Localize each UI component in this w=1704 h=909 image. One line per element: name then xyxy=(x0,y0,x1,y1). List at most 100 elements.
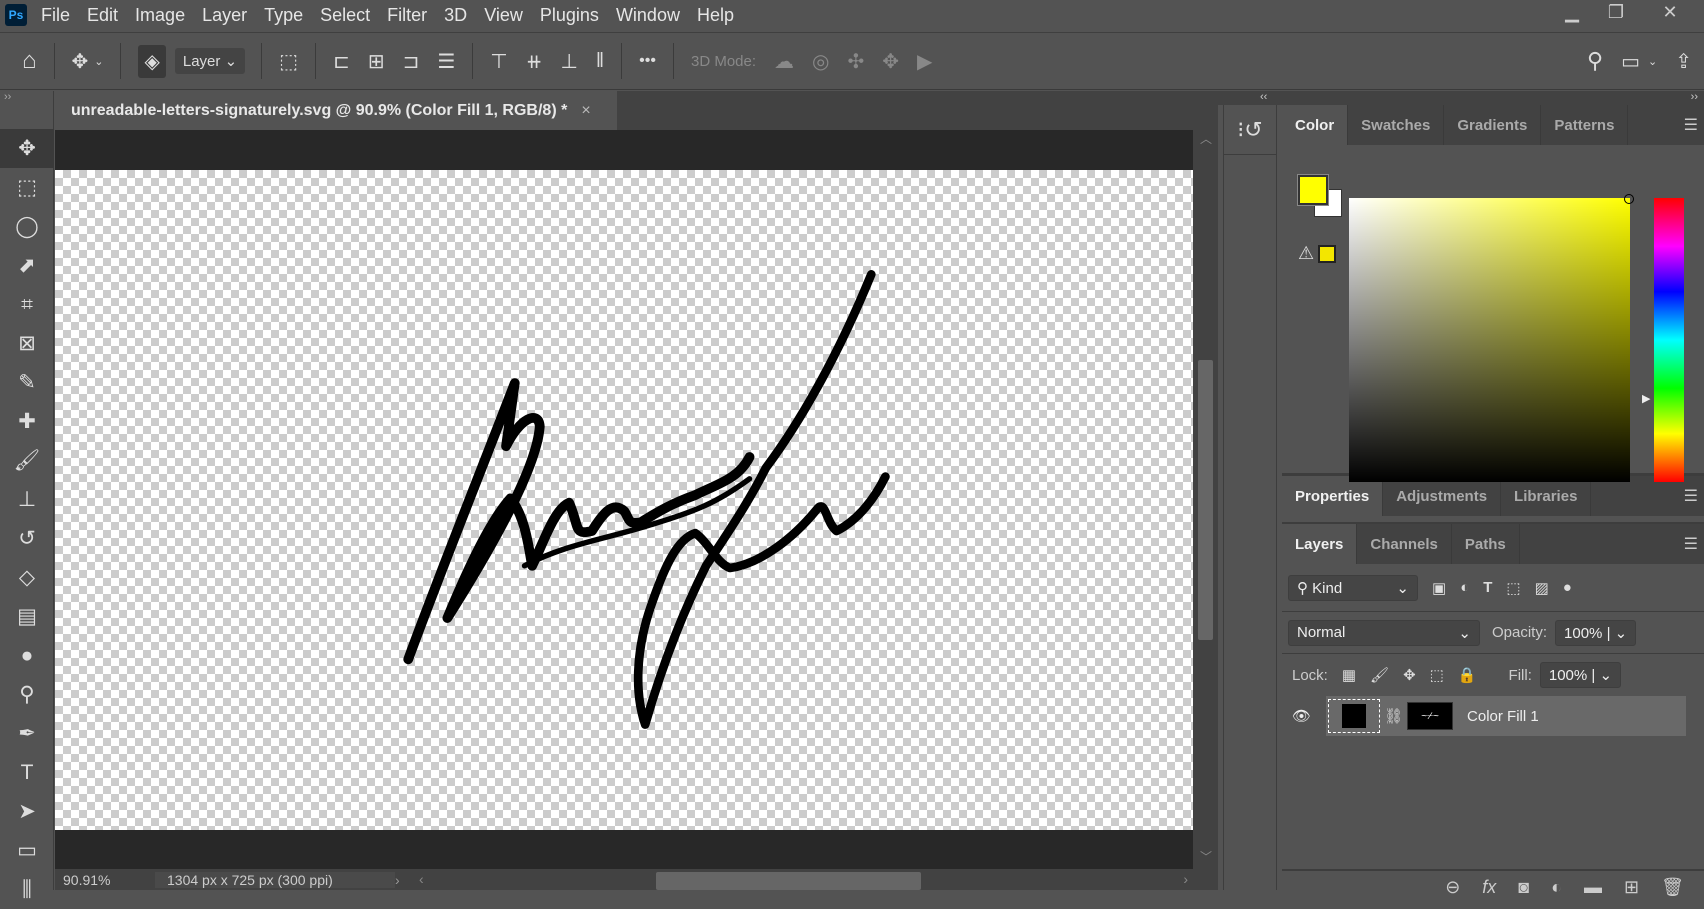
stamp-tool-icon[interactable]: ⊥ xyxy=(0,480,54,519)
pen-tool-icon[interactable]: ✒ xyxy=(0,714,54,753)
document-tab[interactable]: unreadable-letters-signaturely.svg @ 90.… xyxy=(55,91,617,130)
gamut-warning-icon[interactable]: ⚠ xyxy=(1298,243,1314,264)
layer-row[interactable]: 👁 ⛓ ~⌿~ Color Fill 1 xyxy=(1282,696,1686,736)
filter-smart-object-icon[interactable]: ▨ xyxy=(1535,579,1549,597)
dodge-tool-icon[interactable]: ⚲ xyxy=(0,675,54,714)
blur-tool-icon[interactable]: ● xyxy=(0,636,54,675)
vertical-scrollbar[interactable]: ︿ ﹀ xyxy=(1193,130,1218,869)
distribute-icon[interactable]: ☰ xyxy=(437,49,455,74)
filter-pixel-icon[interactable]: ▣ xyxy=(1432,579,1446,597)
visibility-eye-icon[interactable]: 👁 xyxy=(1292,707,1326,725)
brush-tool-icon[interactable]: 🖌 xyxy=(0,441,54,480)
tab-layers[interactable]: Layers xyxy=(1282,524,1358,564)
filter-adjustment-icon[interactable]: ◐ xyxy=(1460,579,1469,596)
history-panel-icon[interactable]: ⁝↺ xyxy=(1224,105,1276,155)
layer-name[interactable]: Color Fill 1 xyxy=(1467,708,1539,725)
filter-toggle-icon[interactable]: ● xyxy=(1563,579,1572,596)
align-top-icon[interactable]: ⊤ xyxy=(490,49,507,74)
panel-menu-icon[interactable]: ☰ xyxy=(1684,476,1704,516)
zoom-level[interactable]: 90.91% xyxy=(55,872,155,888)
link-icon[interactable]: ⛓ xyxy=(1384,707,1403,725)
frame-tool-icon[interactable]: ⊠ xyxy=(0,324,54,363)
lock-all-icon[interactable]: 🔒 xyxy=(1458,666,1477,684)
hue-slider-handle[interactable]: ▶ xyxy=(1642,392,1650,405)
menu-type[interactable]: Type xyxy=(264,5,303,26)
delete-layer-icon[interactable]: 🗑 xyxy=(1661,877,1684,898)
restore-button[interactable]: ❐ xyxy=(1596,0,1636,26)
horizontal-scrollbar[interactable]: ‹ › xyxy=(411,869,1218,890)
scroll-right-icon[interactable]: › xyxy=(1183,871,1188,887)
tab-properties[interactable]: Properties xyxy=(1282,476,1384,516)
panel-menu-icon[interactable]: ☰ xyxy=(1684,105,1704,145)
home-icon[interactable]: ⌂ xyxy=(22,47,37,75)
scroll-down-icon[interactable]: ﹀ xyxy=(1200,848,1212,865)
lock-position-icon[interactable]: ✥ xyxy=(1403,666,1416,684)
add-mask-icon[interactable]: ◙ xyxy=(1518,877,1529,898)
lock-transparency-icon[interactable]: ▦ xyxy=(1342,666,1356,684)
align-right-icon[interactable]: ⊐ xyxy=(403,49,420,74)
rectangle-tool-icon[interactable]: ▭ xyxy=(0,831,54,870)
workspace-icon[interactable]: ▭ ⌄ xyxy=(1621,49,1657,74)
tab-libraries[interactable]: Libraries xyxy=(1501,476,1592,516)
menu-image[interactable]: Image xyxy=(135,5,185,26)
search-icon[interactable]: ⚲ xyxy=(1587,48,1603,74)
menu-edit[interactable]: Edit xyxy=(87,5,118,26)
marquee-tool-icon[interactable]: ⬚ xyxy=(0,168,54,207)
close-window-button[interactable]: ✕ xyxy=(1650,0,1690,26)
3d-camera-icon[interactable]: ▶ xyxy=(917,49,932,74)
close-tab-icon[interactable]: × xyxy=(581,102,590,120)
eraser-tool-icon[interactable]: ◇ xyxy=(0,558,54,597)
align-left-icon[interactable]: ⊏ xyxy=(333,49,350,74)
filter-shape-icon[interactable]: ⬚ xyxy=(1506,579,1520,597)
layer-thumbnail[interactable] xyxy=(1328,699,1380,733)
new-group-icon[interactable]: ▬ xyxy=(1584,877,1602,898)
history-brush-tool-icon[interactable]: ↺ xyxy=(0,519,54,558)
menu-file[interactable]: File xyxy=(41,5,70,26)
auto-select-icon[interactable]: ◈ xyxy=(138,44,166,78)
color-saturation-field[interactable] xyxy=(1349,194,1634,482)
minimize-button[interactable]: ▁ xyxy=(1552,0,1592,26)
3d-pan-icon[interactable]: ✣ xyxy=(847,49,864,74)
crop-tool-icon[interactable]: ⌗ xyxy=(0,285,54,324)
tab-paths[interactable]: Paths xyxy=(1452,524,1520,564)
new-layer-icon[interactable]: ⊞ xyxy=(1624,877,1639,898)
scroll-left-icon[interactable]: ‹ xyxy=(419,871,424,887)
menu-window[interactable]: Window xyxy=(616,5,680,26)
more-options-button[interactable]: ••• xyxy=(639,52,656,70)
document-canvas[interactable] xyxy=(55,170,1193,830)
collapse-panels-icon[interactable]: ‹‹ xyxy=(1260,91,1267,103)
type-tool-icon[interactable]: T xyxy=(0,753,54,792)
tab-gradients[interactable]: Gradients xyxy=(1444,105,1542,145)
share-icon[interactable]: ⇪ xyxy=(1675,49,1692,74)
hue-slider[interactable] xyxy=(1654,198,1684,482)
status-menu-icon[interactable]: › xyxy=(395,872,411,888)
menu-help[interactable]: Help xyxy=(697,5,734,26)
tab-adjustments[interactable]: Adjustments xyxy=(1383,476,1502,516)
menu-3d[interactable]: 3D xyxy=(444,5,467,26)
align-middle-icon[interactable]: ⧺ xyxy=(526,49,543,74)
vertical-scroll-thumb[interactable] xyxy=(1198,360,1213,640)
lock-image-icon[interactable]: 🖌 xyxy=(1370,666,1389,684)
filter-type-icon[interactable]: T xyxy=(1483,579,1492,596)
layer-mask-thumbnail[interactable]: ~⌿~ xyxy=(1407,702,1454,730)
link-layers-icon[interactable]: ⊖ xyxy=(1445,877,1460,898)
object-select-tool-icon[interactable]: ⬈ xyxy=(0,246,54,285)
expand-panels-icon[interactable]: ›› xyxy=(1691,91,1698,103)
tab-patterns[interactable]: Patterns xyxy=(1541,105,1629,145)
align-center-icon[interactable]: ⊞ xyxy=(368,49,385,74)
new-adjustment-layer-icon[interactable]: ◐ xyxy=(1551,877,1562,898)
eyedropper-tool-icon[interactable]: ✎ xyxy=(0,363,54,402)
3d-orbit-icon[interactable]: ☁ xyxy=(774,49,794,74)
tab-channels[interactable]: Channels xyxy=(1357,524,1452,564)
3d-roll-icon[interactable]: ◎ xyxy=(812,49,829,74)
gamut-color-swatch[interactable] xyxy=(1318,245,1336,263)
distribute-vertical-icon[interactable]: ‖ xyxy=(596,50,604,73)
lasso-tool-icon[interactable]: ◯ xyxy=(0,207,54,246)
align-bottom-icon[interactable]: ⊥ xyxy=(560,49,577,74)
fill-input[interactable]: 100% | ⌄ xyxy=(1539,662,1622,688)
foreground-color-swatch[interactable] xyxy=(1297,174,1329,206)
panel-menu-icon[interactable]: ☰ xyxy=(1684,524,1704,564)
healing-brush-tool-icon[interactable]: ✚ xyxy=(0,402,54,441)
color-picker-cursor[interactable] xyxy=(1624,194,1634,204)
gradient-tool-icon[interactable]: ▤ xyxy=(0,597,54,636)
